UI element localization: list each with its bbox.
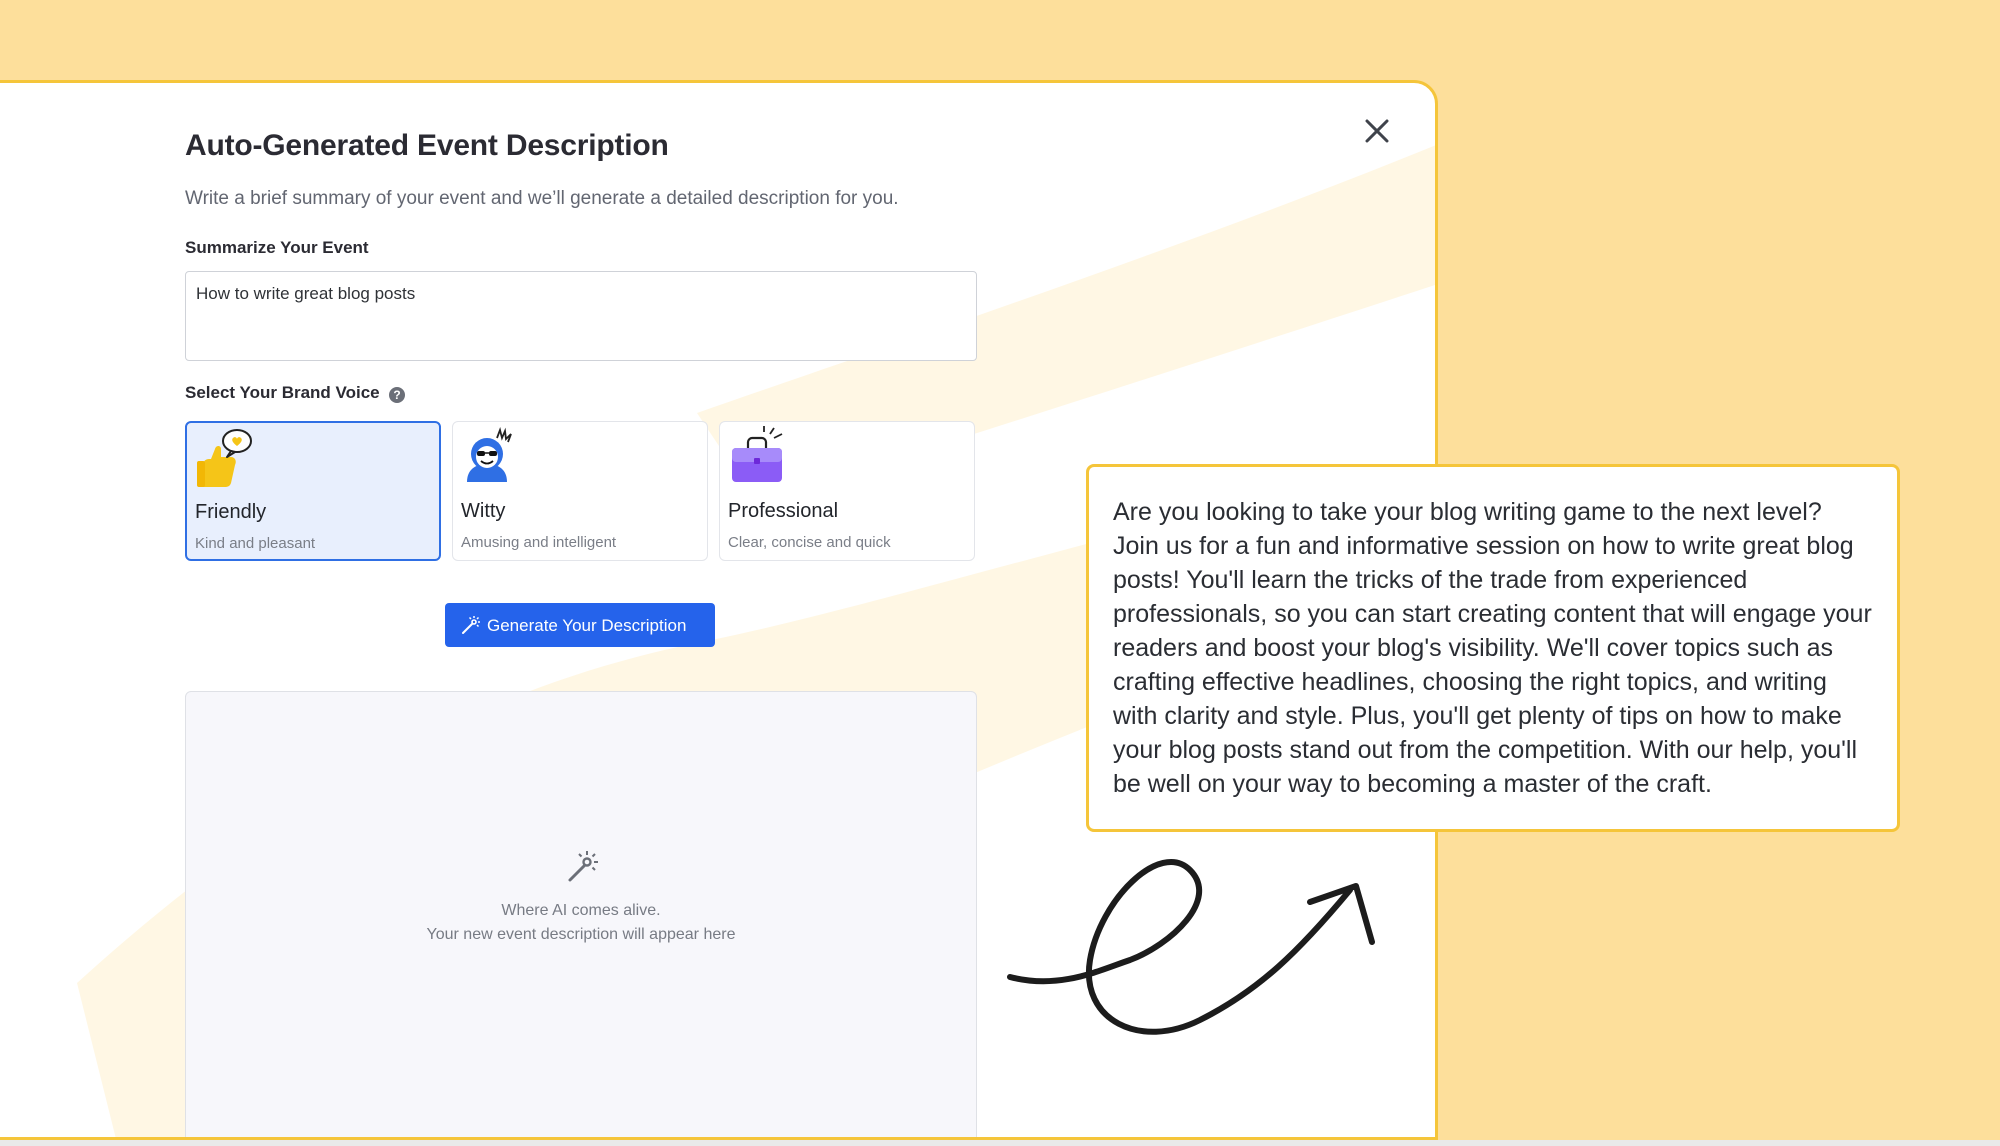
magic-wand-icon: [568, 851, 598, 882]
output-panel: Where AI comes alive. Your new event des…: [185, 691, 977, 1137]
generated-description-text: Are you looking to take your blog writin…: [1113, 498, 1872, 798]
voice-card-witty[interactable]: Witty Amusing and intelligent: [452, 421, 708, 561]
voice-card-friendly[interactable]: Friendly Kind and pleasant: [185, 421, 441, 561]
curly-arrow-doodle: [1007, 859, 1375, 1035]
briefcase-icon: [732, 426, 783, 482]
event-summary-input[interactable]: How to write great blog posts: [185, 271, 977, 361]
help-icon[interactable]: ?: [389, 387, 405, 403]
voice-title-professional: Professional: [728, 500, 839, 522]
voice-title-friendly: Friendly: [195, 501, 267, 523]
voice-desc-witty: Amusing and intelligent: [461, 534, 617, 551]
voice-desc-friendly: Kind and pleasant: [195, 535, 316, 552]
magic-wand-icon: [462, 616, 480, 634]
output-placeholder-line1: Where AI comes alive.: [501, 902, 661, 919]
voice-card-professional[interactable]: Professional Clear, concise and quick: [719, 421, 975, 561]
voice-title-witty: Witty: [461, 500, 506, 522]
voice-desc-professional: Clear, concise and quick: [728, 534, 891, 551]
brand-voice-label: Select Your Brand Voice: [185, 383, 380, 402]
app-root: Auto-Generated Event Description Write a…: [0, 0, 2000, 1146]
summary-field-label: Summarize Your Event: [185, 238, 369, 257]
close-icon: [1365, 119, 1389, 143]
output-placeholder-line2: Your new event description will appear h…: [426, 926, 736, 943]
modal-subtitle: Write a brief summary of your event and …: [185, 188, 899, 209]
generate-button-label: Generate Your Description: [487, 616, 687, 635]
generate-description-button[interactable]: Generate Your Description: [445, 603, 715, 647]
bottom-edge: [0, 1140, 2000, 1146]
modal-title: Auto-Generated Event Description: [185, 129, 669, 162]
generated-description-callout: Are you looking to take your blog writin…: [1086, 464, 1900, 832]
thumbs-up-heart-icon: [197, 429, 252, 487]
cool-face-icon: [467, 426, 512, 482]
close-button[interactable]: [1355, 109, 1399, 153]
